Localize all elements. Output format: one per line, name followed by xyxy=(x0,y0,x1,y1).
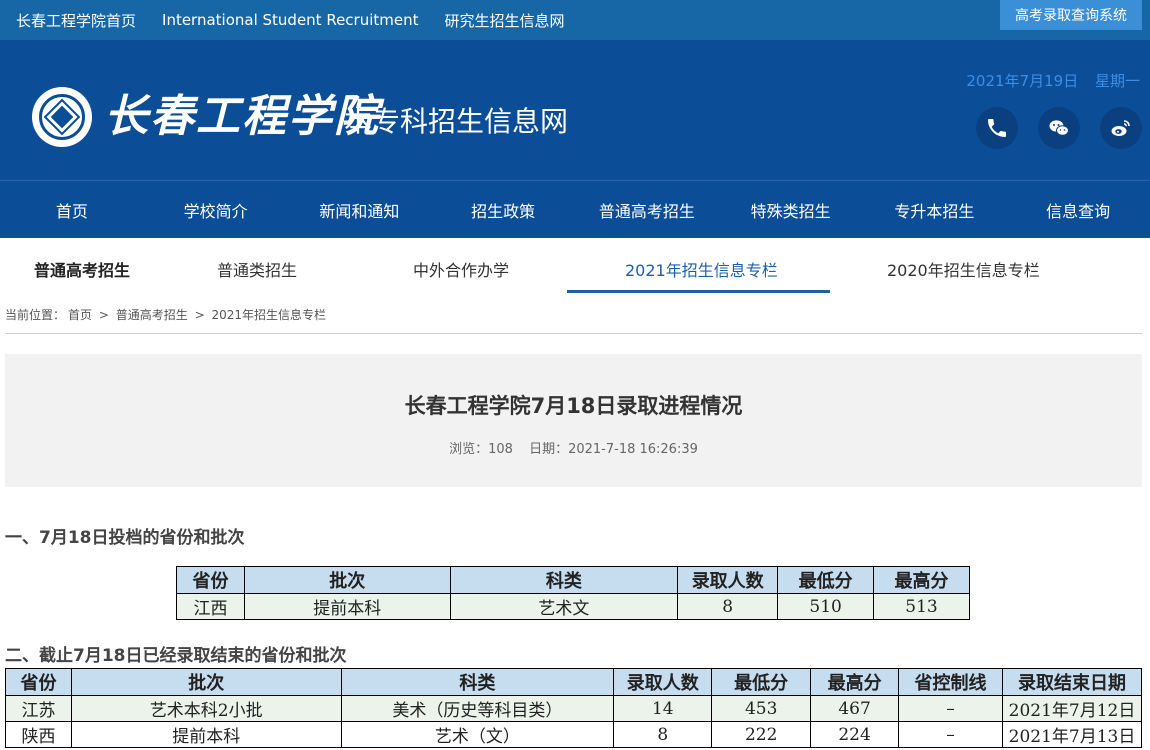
phone-icon[interactable] xyxy=(976,107,1018,149)
table-row: 陕西 提前本科 艺术（文） 8 222 224 – 2021年7月13日 xyxy=(5,721,1143,748)
breadcrumb-separator: > xyxy=(194,308,205,322)
publish-date: 日期：2021-7-18 16:26:39 xyxy=(529,442,698,457)
brand-calligraphy[interactable]: 长春工程学院 xyxy=(104,80,380,144)
date-display: 2021年7月19日 星期一 xyxy=(954,70,1140,91)
col-province: 省份 xyxy=(5,668,72,696)
view-count: 浏览：108 xyxy=(449,442,513,457)
table-row: 江西 提前本科 艺术文 8 510 513 xyxy=(176,593,970,620)
school-emblem-icon[interactable] xyxy=(32,87,92,147)
article-meta: 浏览：108 日期：2021-7-18 16:26:39 xyxy=(5,438,1142,457)
wechat-icon[interactable] xyxy=(1038,107,1080,149)
article-header: 长春工程学院7月18日录取进程情况 浏览：108 日期：2021-7-18 16… xyxy=(5,354,1142,487)
nav-general-admission[interactable]: 普通高考招生 xyxy=(575,181,719,238)
active-tab-indicator xyxy=(567,290,830,293)
tab-general[interactable]: 普通类招生 xyxy=(217,257,297,281)
nav-policy[interactable]: 招生政策 xyxy=(431,181,575,238)
section1-heading: 一、7月18日投档的省份和批次 xyxy=(5,528,245,548)
sub-nav: 普通高考招生 普通类招生 中外合作办学 2021年招生信息专栏 2020年招生信… xyxy=(0,238,1150,296)
col-max-score: 最高分 xyxy=(810,668,900,696)
col-end-date: 录取结束日期 xyxy=(1001,668,1143,696)
breadcrumb-2021[interactable]: 2021年招生信息专栏 xyxy=(211,308,326,322)
cell-max-score: 224 xyxy=(810,721,900,748)
col-batch: 批次 xyxy=(70,668,342,696)
cell-max-score: 467 xyxy=(810,695,900,722)
col-min-score: 最低分 xyxy=(711,668,812,696)
nav-upgrade-admission[interactable]: 专升本招生 xyxy=(863,181,1007,238)
cell-category: 美术（历史等科目类） xyxy=(340,695,615,722)
cell-province: 陕西 xyxy=(5,721,72,748)
cell-end-date: 2021年7月12日 xyxy=(1001,695,1143,722)
section2-heading: 二、截止7月18日已经录取结束的省份和批次 xyxy=(5,646,347,666)
top-link-graduate[interactable]: 研究生招生信息网 xyxy=(445,10,565,31)
breadcrumb-prefix: 当前位置： xyxy=(5,308,66,322)
top-link-international[interactable]: International Student Recruitment xyxy=(162,11,419,29)
breadcrumb-separator: > xyxy=(98,308,109,322)
current-weekday: 星期一 xyxy=(1094,72,1140,90)
col-admitted: 录取人数 xyxy=(677,566,779,594)
col-max-score: 最高分 xyxy=(873,566,970,594)
top-bar: 长春工程学院首页 International Student Recruitme… xyxy=(0,0,1150,40)
weibo-icon[interactable] xyxy=(1100,107,1142,149)
nav-special-admission[interactable]: 特殊类招生 xyxy=(719,181,863,238)
cell-province: 江苏 xyxy=(5,695,72,722)
cell-max-score: 513 xyxy=(873,593,970,620)
table-header-row: 省份 批次 科类 录取人数 最低分 最高分 xyxy=(176,566,970,594)
cell-category: 艺术（文） xyxy=(340,721,615,748)
cell-batch: 艺术本科2小批 xyxy=(70,695,342,722)
current-date: 2021年7月19日 xyxy=(966,72,1079,90)
table-row: 江苏 艺术本科2小批 美术（历史等科目类） 14 453 467 – 2021年… xyxy=(5,695,1143,722)
cell-min-score: 222 xyxy=(711,721,812,748)
cell-end-date: 2021年7月13日 xyxy=(1001,721,1143,748)
subnav-heading: 普通高考招生 xyxy=(34,261,131,280)
brand-subtitle: 本专科招生信息网 xyxy=(344,105,569,138)
col-control-line: 省控制线 xyxy=(898,668,1003,696)
cell-min-score: 453 xyxy=(711,695,812,722)
cell-province: 江西 xyxy=(176,593,245,620)
cell-admitted: 14 xyxy=(613,695,713,722)
cell-category: 艺术文 xyxy=(449,593,679,620)
cell-min-score: 510 xyxy=(777,593,875,620)
col-category: 科类 xyxy=(449,566,679,594)
tab-2020-column[interactable]: 2020年招生信息专栏 xyxy=(887,257,1040,281)
table-today-batches: 省份 批次 科类 录取人数 最低分 最高分 江西 提前本科 艺术文 8 510 … xyxy=(176,566,970,620)
main-nav: 首页 学校简介 新闻和通知 招生政策 普通高考招生 特殊类招生 专升本招生 信息… xyxy=(0,180,1150,238)
table-header-row: 省份 批次 科类 录取人数 最低分 最高分 省控制线 录取结束日期 xyxy=(5,668,1143,696)
table-completed-batches: 省份 批次 科类 录取人数 最低分 最高分 省控制线 录取结束日期 江苏 艺术本… xyxy=(5,668,1143,748)
cell-control-line: – xyxy=(898,695,1003,722)
breadcrumb: 当前位置： 首页 > 普通高考招生 > 2021年招生信息专栏 xyxy=(5,306,329,323)
col-min-score: 最低分 xyxy=(777,566,875,594)
top-link-home[interactable]: 长春工程学院首页 xyxy=(16,10,136,31)
nav-about[interactable]: 学校简介 xyxy=(144,181,288,238)
cell-batch: 提前本科 xyxy=(243,593,451,620)
cell-batch: 提前本科 xyxy=(70,721,342,748)
site-header: 长春工程学院 本专科招生信息网 2021年7月19日 星期一 xyxy=(0,40,1150,180)
admission-query-button[interactable]: 高考录取查询系统 xyxy=(1000,0,1142,30)
tab-2021-column[interactable]: 2021年招生信息专栏 xyxy=(625,257,778,281)
col-province: 省份 xyxy=(176,566,245,594)
col-category: 科类 xyxy=(340,668,615,696)
breadcrumb-home[interactable]: 首页 xyxy=(68,308,92,322)
cell-admitted: 8 xyxy=(677,593,779,620)
col-batch: 批次 xyxy=(243,566,451,594)
cell-control-line: – xyxy=(898,721,1003,748)
article-title: 长春工程学院7月18日录取进程情况 xyxy=(404,394,743,418)
nav-news[interactable]: 新闻和通知 xyxy=(288,181,432,238)
divider xyxy=(5,333,1142,334)
nav-info-query[interactable]: 信息查询 xyxy=(1006,181,1150,238)
cell-admitted: 8 xyxy=(613,721,713,748)
nav-home[interactable]: 首页 xyxy=(0,181,144,238)
breadcrumb-general[interactable]: 普通高考招生 xyxy=(116,308,188,322)
col-admitted: 录取人数 xyxy=(613,668,713,696)
tab-sino-foreign[interactable]: 中外合作办学 xyxy=(413,257,509,281)
